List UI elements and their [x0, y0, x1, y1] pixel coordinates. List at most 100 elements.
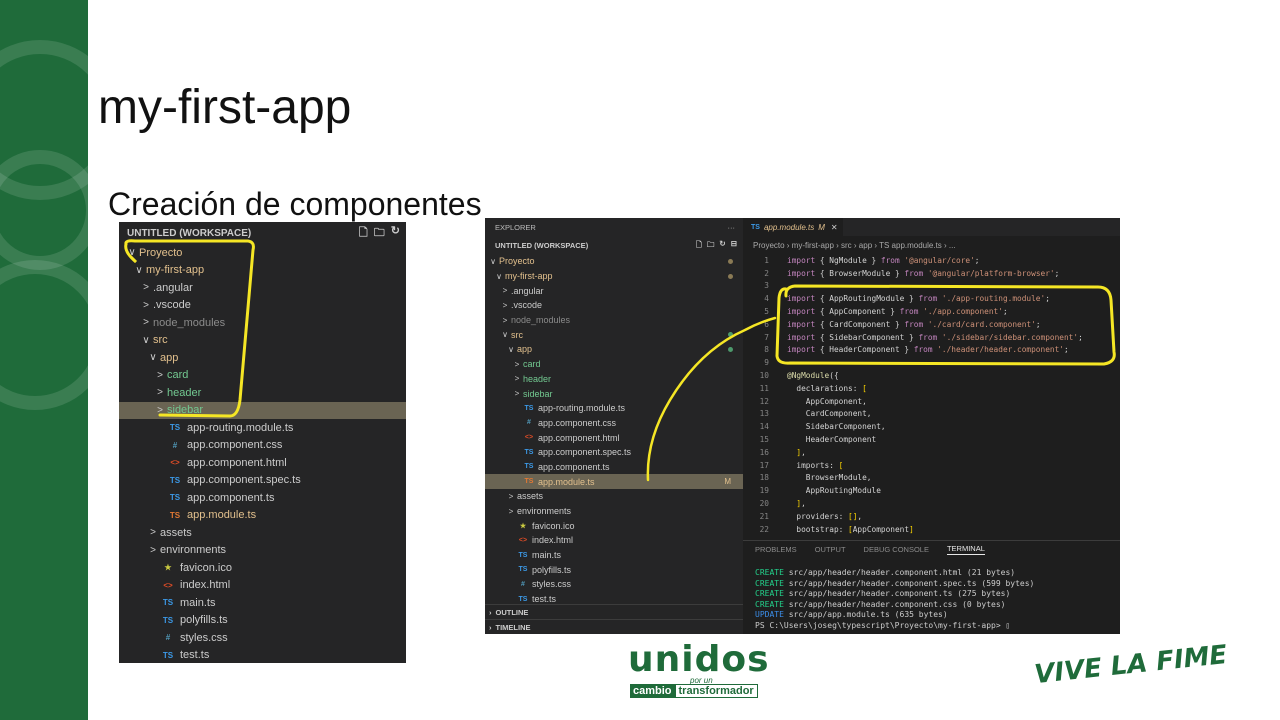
code-token: import	[787, 294, 816, 304]
workspace-header[interactable]: UNTITLED (WORKSPACE) 🗋 🗀 ↻ ⊟	[485, 236, 743, 254]
code-line: 10 @NgModule({	[743, 369, 1120, 382]
code-token: import	[787, 319, 816, 329]
tree-item[interactable]: ∨ src	[119, 332, 406, 350]
line-number: 10	[759, 371, 769, 381]
line-number: 17	[759, 460, 769, 470]
typescript-icon: TS	[162, 598, 174, 608]
workspace-header[interactable]: UNTITLED (WORKSPACE) 🗋 🗀 ↻	[119, 222, 406, 244]
close-icon[interactable]: ✕	[831, 223, 838, 232]
tree-item-label: Proyecto	[499, 256, 535, 267]
timeline-section[interactable]: › TIMELINE	[485, 619, 743, 634]
tree-item-label: .angular	[511, 285, 544, 296]
tree-item[interactable]: > environments	[485, 504, 743, 519]
tree-item[interactable]: > node_modules	[119, 314, 406, 332]
tree-item[interactable]: TS app-routing.module.ts	[485, 401, 743, 416]
new-folder-icon[interactable]: 🗀	[374, 224, 385, 243]
code-token: ,	[801, 447, 806, 457]
tab-problems[interactable]: PROBLEMS	[755, 545, 797, 554]
modified-badge: M	[724, 477, 731, 487]
tree-item[interactable]: ∨ my-first-app	[485, 269, 743, 284]
tree-item-label: app.component.ts	[538, 461, 610, 472]
file-tree: ∨ Proyecto ∨ my-first-app > .angular > .vscode >…	[119, 244, 406, 663]
refresh-icon[interactable]: ↻	[719, 239, 725, 252]
new-folder-icon[interactable]: 🗀	[707, 239, 715, 252]
tree-item[interactable]: TS app-routing.module.ts	[119, 419, 406, 437]
terminal-token: CREATE	[755, 568, 784, 577]
new-file-icon[interactable]: 🗋	[359, 224, 368, 243]
tree-item[interactable]: ∨ src	[485, 327, 743, 342]
tree-item[interactable]: TS polyfills.ts	[485, 562, 743, 577]
typescript-icon: TS	[524, 463, 534, 471]
chevron-right-icon: >	[514, 359, 520, 369]
tree-item-label: app	[160, 351, 179, 364]
tree-item[interactable]: TS app.module.ts M	[485, 474, 743, 489]
typescript-icon: TS	[524, 404, 534, 412]
tree-item[interactable]: > header	[485, 372, 743, 387]
tree-item[interactable]: > sidebar	[485, 386, 743, 401]
tree-item[interactable]: > environments	[119, 542, 406, 560]
tree-item[interactable]: # app.component.css	[485, 416, 743, 431]
tree-item[interactable]: > header	[119, 384, 406, 402]
tree-item[interactable]: TS app.component.spec.ts	[485, 445, 743, 460]
collapse-all-icon[interactable]: ⊟	[731, 239, 737, 252]
tree-item[interactable]: ★ favicon.ico	[485, 518, 743, 533]
more-actions-icon[interactable]: ···	[728, 223, 736, 232]
tree-item[interactable]: ∨ app	[485, 342, 743, 357]
tree-item[interactable]: ∨ Proyecto	[119, 244, 406, 262]
tree-item[interactable]: # styles.css	[119, 629, 406, 647]
tree-item[interactable]: # styles.css	[485, 577, 743, 592]
tree-item[interactable]: # app.component.css	[119, 437, 406, 455]
breadcrumb[interactable]: Proyecto › my-first-app › src › app › TS…	[743, 237, 1120, 254]
tree-item[interactable]: > assets	[485, 489, 743, 504]
tree-item[interactable]: TS main.ts	[485, 548, 743, 563]
tab-app-module[interactable]: TS app.module.ts M ✕	[743, 218, 843, 236]
terminal-output[interactable]: CREATE src/app/header/header.component.h…	[743, 568, 1120, 632]
tree-item[interactable]: <> index.html	[119, 577, 406, 595]
tree-item[interactable]: > .vscode	[119, 297, 406, 315]
tab-terminal[interactable]: TERMINAL	[946, 544, 985, 555]
tree-item[interactable]: TS app.component.spec.ts	[119, 472, 406, 490]
tree-item[interactable]: TS main.ts	[119, 594, 406, 612]
tree-item[interactable]: > card	[119, 367, 406, 385]
tab-debug-console[interactable]: DEBUG CONSOLE	[864, 545, 929, 554]
terminal-token: CREATE	[755, 599, 784, 609]
tree-item[interactable]: ∨ app	[119, 349, 406, 367]
vscode-screenshot: EXPLORER ··· UNTITLED (WORKSPACE) 🗋 🗀 ↻ …	[485, 218, 1120, 634]
tree-item-label: assets	[517, 491, 544, 502]
star-icon: ★	[519, 522, 527, 530]
html-icon: <>	[163, 580, 173, 590]
modified-dot	[728, 258, 733, 264]
tree-item[interactable]: > card	[485, 357, 743, 372]
tree-item[interactable]: TS app.module.ts	[119, 507, 406, 525]
tree-item[interactable]: ∨ my-first-app	[119, 262, 406, 280]
refresh-icon[interactable]: ↻	[391, 224, 400, 243]
tree-item[interactable]: ∨ Proyecto	[485, 254, 743, 269]
tree-item[interactable]: > .angular	[119, 279, 406, 297]
tab-output[interactable]: OUTPUT	[815, 545, 846, 554]
tree-item[interactable]: ★ favicon.ico	[119, 559, 406, 577]
tree-item[interactable]: > .vscode	[485, 298, 743, 313]
tree-item[interactable]: <> app.component.html	[485, 430, 743, 445]
tree-item[interactable]: > .angular	[485, 283, 743, 298]
tree-item[interactable]: <> index.html	[485, 533, 743, 548]
tree-item-label: src	[511, 329, 523, 340]
html-icon: <>	[518, 536, 528, 544]
code-editor[interactable]: 1 import { NgModule } from '@angular/core…	[743, 254, 1120, 536]
code-token: { AppRoutingModule }	[815, 294, 919, 304]
new-file-icon[interactable]: 🗋	[696, 239, 702, 252]
panel-tabs: PROBLEMS OUTPUT DEBUG CONSOLE TERMINAL	[743, 540, 1120, 558]
chevron-right-icon: >	[502, 315, 508, 325]
tree-item[interactable]: > sidebar	[119, 401, 406, 419]
terminal-token: CREATE	[755, 589, 784, 599]
tree-item[interactable]: <> app.component.html	[119, 454, 406, 472]
tree-item[interactable]: TS polyfills.ts	[119, 612, 406, 630]
tree-item[interactable]: TS app.component.ts	[119, 489, 406, 507]
tree-item[interactable]: > node_modules	[485, 313, 743, 328]
tree-item[interactable]: TS app.component.ts	[485, 460, 743, 475]
outline-section[interactable]: › OUTLINE	[485, 604, 743, 619]
tree-item[interactable]: TS test.ts	[119, 647, 406, 664]
code-token: [	[862, 383, 867, 393]
tree-item[interactable]: > assets	[119, 524, 406, 542]
css-icon: #	[527, 419, 531, 427]
